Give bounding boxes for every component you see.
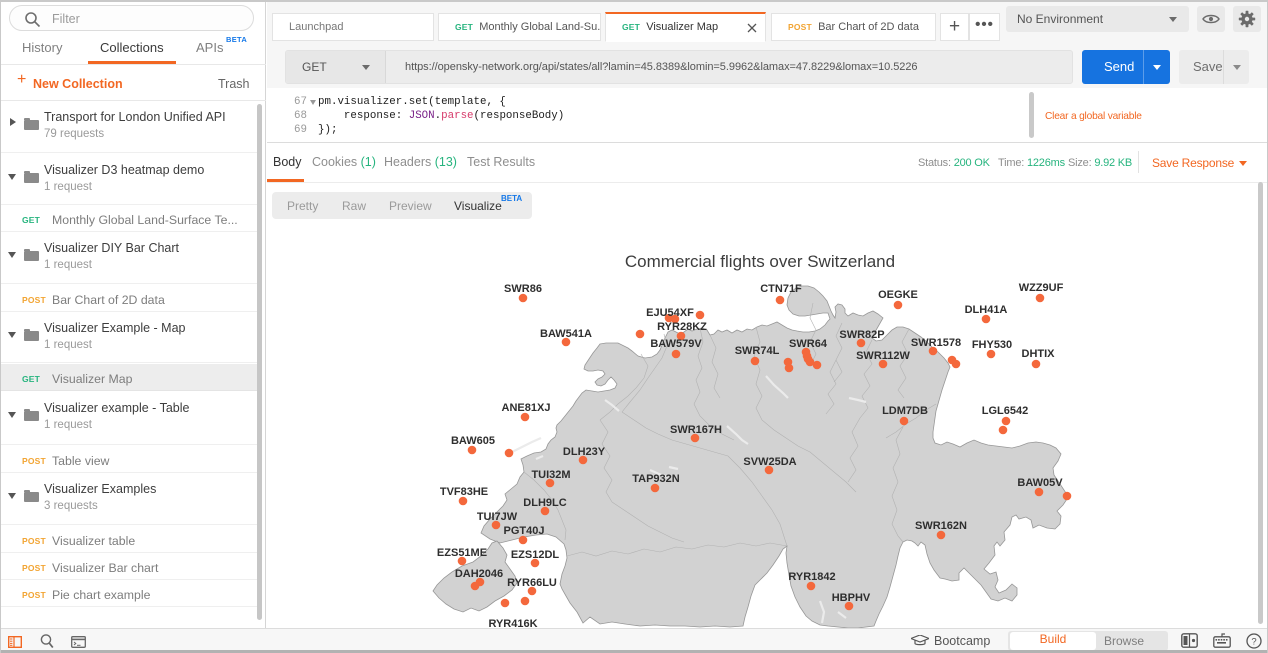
svg-text:Commercial flights over Switze: Commercial flights over Switzerland [625, 252, 895, 271]
svg-text:TAP932N: TAP932N [632, 473, 680, 485]
svg-text:SWR86: SWR86 [504, 283, 542, 295]
svg-text:CTN71F: CTN71F [760, 283, 802, 295]
svg-text:LGL6542: LGL6542 [982, 405, 1028, 417]
svg-text:RYR28KZ: RYR28KZ [657, 321, 707, 333]
svg-text:PGT40J: PGT40J [504, 525, 545, 537]
svg-text:RYR1842: RYR1842 [788, 571, 835, 583]
svg-text:BAW541A: BAW541A [540, 328, 592, 340]
svg-text:OEGKE: OEGKE [878, 289, 918, 301]
svg-text:DHTIX: DHTIX [1022, 348, 1056, 360]
svg-text:SWR64: SWR64 [789, 338, 828, 350]
svg-text:RYR66LU: RYR66LU [507, 577, 557, 589]
svg-text:RYR416K: RYR416K [488, 618, 537, 628]
svg-text:DLH23Y: DLH23Y [563, 446, 606, 458]
svg-text:WZZ9UF: WZZ9UF [1019, 282, 1064, 294]
svg-text:SWR167H: SWR167H [670, 424, 722, 436]
svg-text:BAW05V: BAW05V [1017, 477, 1063, 489]
svg-text:?: ? [1251, 636, 1256, 647]
svg-text:SWR1578: SWR1578 [911, 337, 961, 349]
svg-text:ANE81XJ: ANE81XJ [502, 402, 551, 414]
svg-text:LDM7DB: LDM7DB [882, 405, 928, 417]
svg-text:DLH41A: DLH41A [965, 304, 1008, 316]
svg-text:FHY530: FHY530 [972, 339, 1012, 351]
svg-text:EZS12DL: EZS12DL [511, 549, 560, 561]
svg-text:TVF83HE: TVF83HE [440, 486, 488, 498]
svg-text:HBPHV: HBPHV [832, 592, 871, 604]
svg-text:TUI7JW: TUI7JW [477, 511, 518, 523]
svg-text:TUI32M: TUI32M [531, 469, 570, 481]
svg-text:EZS51ME: EZS51ME [437, 547, 487, 559]
svg-text:SWR82P: SWR82P [839, 329, 884, 341]
svg-text:EJU54XF: EJU54XF [646, 307, 694, 319]
svg-text:SWR112W: SWR112W [856, 350, 910, 362]
svg-text:SWR162N: SWR162N [915, 520, 967, 532]
svg-text:BAW579V: BAW579V [650, 338, 702, 350]
svg-text:SVW25DA: SVW25DA [743, 456, 796, 468]
svg-text:BAW605: BAW605 [451, 435, 495, 447]
svg-text:SWR74L: SWR74L [735, 345, 780, 357]
svg-text:DLH9LC: DLH9LC [523, 497, 566, 509]
svg-text:DAH2046: DAH2046 [455, 568, 503, 580]
